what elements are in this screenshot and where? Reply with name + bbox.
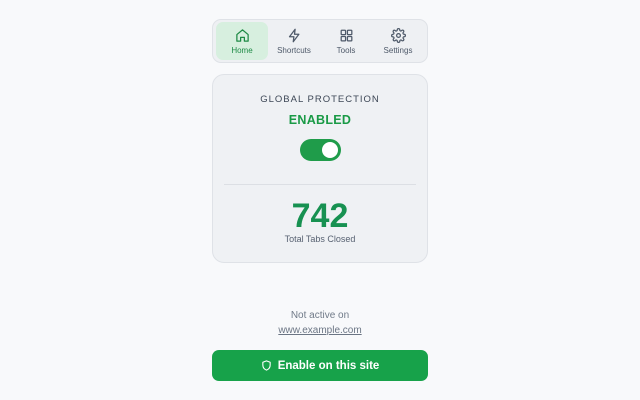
tab-settings-label: Settings (383, 45, 413, 55)
protection-status: ENABLED (288, 113, 352, 127)
site-status: Not active on www.example.com (212, 310, 428, 336)
tab-home[interactable]: Home (216, 22, 268, 60)
protection-title: GLOBAL PROTECTION (260, 94, 380, 105)
protection-toggle[interactable] (300, 139, 341, 161)
enable-on-site-button[interactable]: Enable on this site (212, 350, 428, 381)
tabs-closed-label: Total Tabs Closed (284, 234, 356, 244)
nav-tabs: Home Shortcuts Tools Settings (212, 19, 428, 63)
toggle-knob (322, 142, 338, 158)
tab-tools-label: Tools (336, 45, 356, 55)
tabs-closed-count: 742 (291, 197, 349, 235)
tab-shortcuts-label: Shortcuts (277, 45, 311, 55)
tab-home-label: Home (231, 45, 253, 55)
tab-settings[interactable]: Settings (372, 22, 424, 60)
site-domain-link[interactable]: www.example.com (278, 325, 361, 336)
card-divider (224, 184, 416, 185)
protection-card: GLOBAL PROTECTION ENABLED 742 Total Tabs… (212, 74, 428, 263)
gear-icon (390, 27, 406, 43)
tab-shortcuts[interactable]: Shortcuts (268, 22, 320, 60)
site-status-text: Not active on (290, 310, 350, 321)
enable-button-label: Enable on this site (277, 359, 380, 372)
shield-icon (261, 360, 271, 371)
grid-icon (340, 29, 352, 41)
tab-tools[interactable]: Tools (320, 22, 372, 60)
home-icon (235, 28, 249, 42)
lightning-icon (288, 28, 299, 42)
